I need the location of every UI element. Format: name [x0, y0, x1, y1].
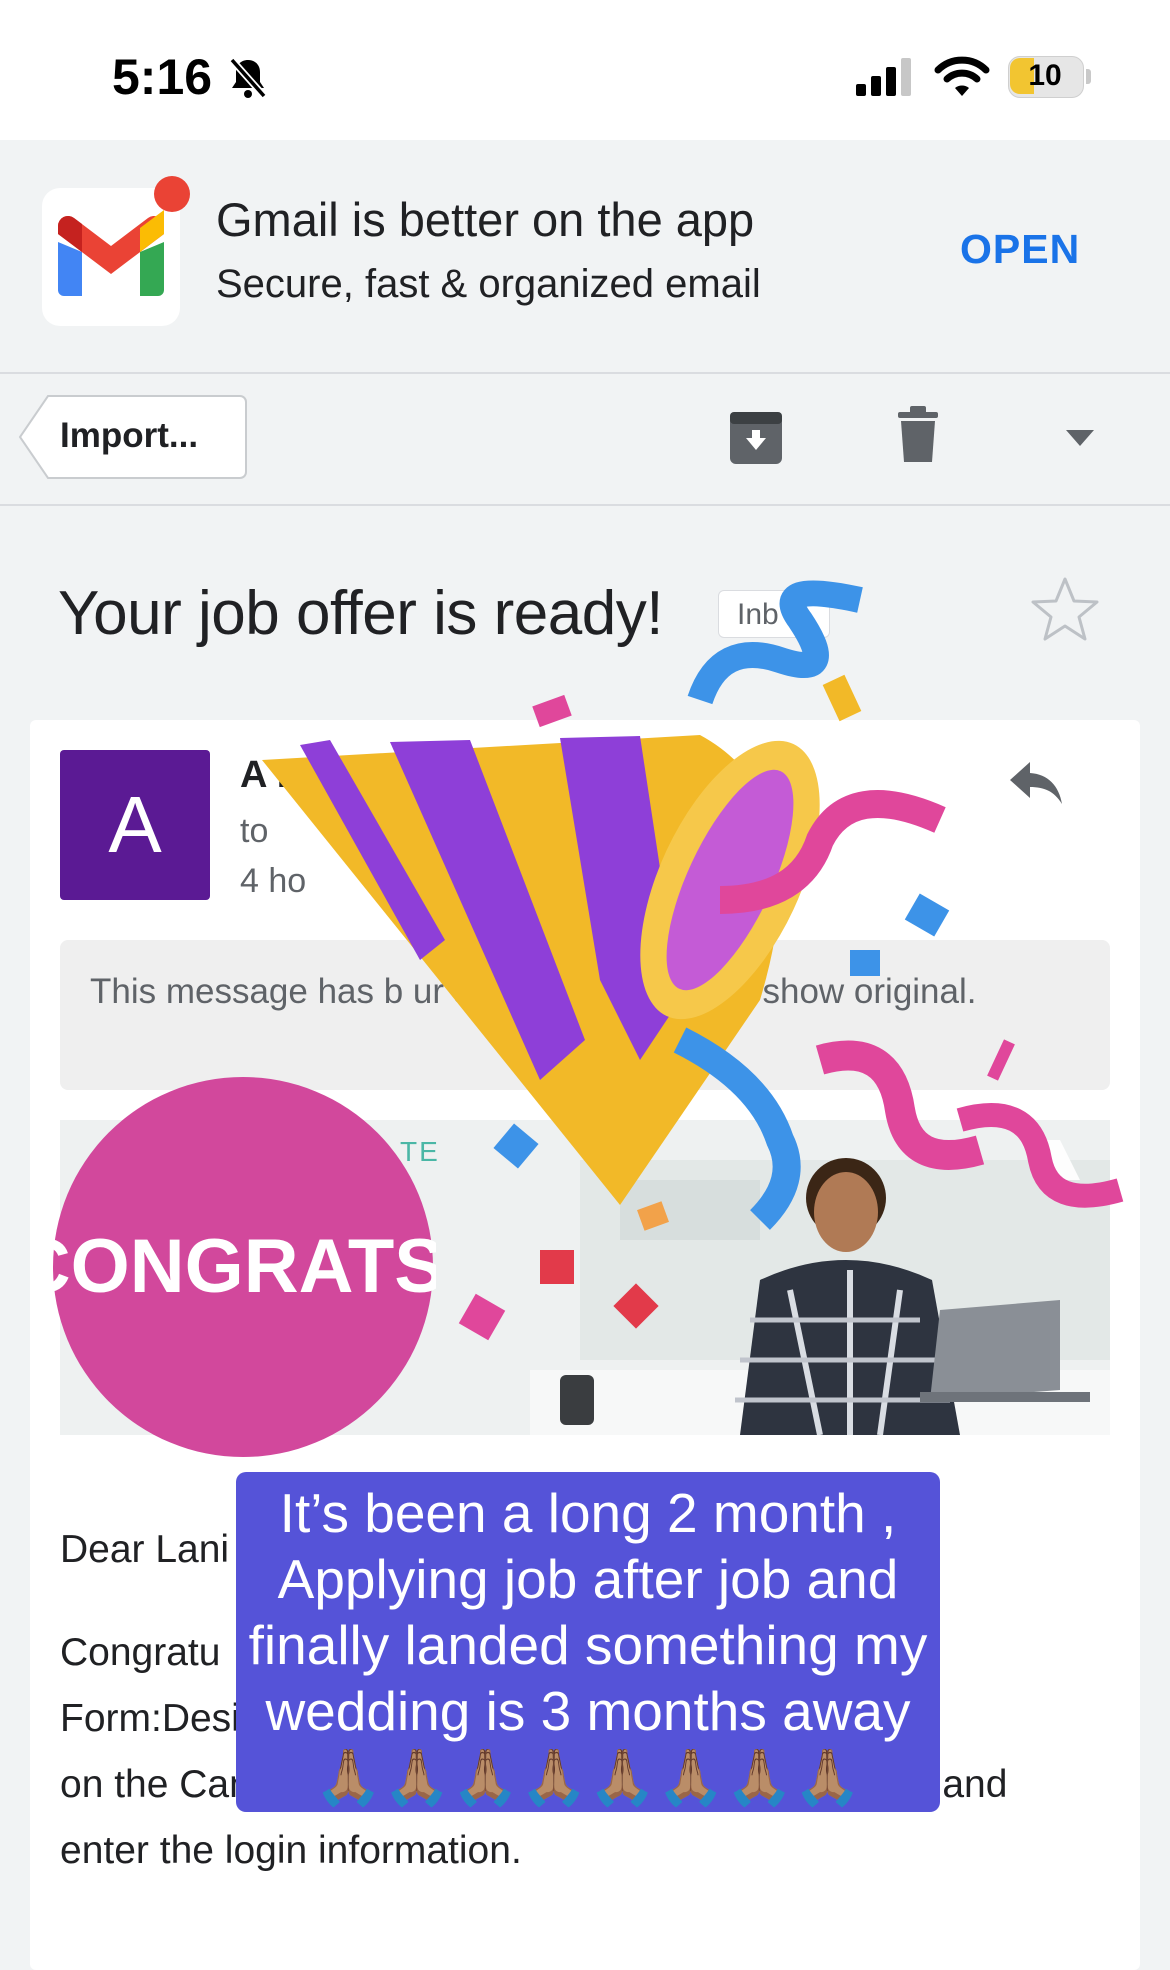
- bell-slash-icon: [229, 57, 267, 99]
- congrats-sticker-text: CONGRATS!: [50, 1224, 436, 1309]
- body-line: enter the login information.: [60, 1829, 522, 1872]
- status-time: 5:16: [112, 49, 213, 105]
- promo-subtitle: Secure, fast & organized email: [216, 262, 761, 306]
- email-subject: Your job offer is ready!: [58, 579, 663, 648]
- app-promo-banner: Gmail is better on the app Secure, fast …: [0, 140, 1170, 374]
- email-greeting: Dear Lani: [60, 1528, 230, 1571]
- signal-icon: [856, 58, 911, 96]
- sender-name: A ng c...: [240, 754, 387, 796]
- avatar[interactable]: A: [60, 750, 210, 900]
- open-app-button[interactable]: OPEN: [960, 226, 1080, 273]
- chevron-down-icon[interactable]: [1064, 428, 1096, 448]
- notification-dot: [154, 176, 190, 212]
- inbox-label-chip[interactable]: Inb: [718, 590, 830, 638]
- back-label: Import...: [60, 416, 199, 455]
- wifi-icon: [934, 56, 990, 96]
- gmail-logo-icon: [42, 188, 180, 326]
- promo-title: Gmail is better on the app: [216, 193, 755, 246]
- battery-icon: 10: [1008, 56, 1092, 98]
- caption-text: It’s been a long 2 month , Applying job …: [248, 1482, 928, 1808]
- caption-overlay: It’s been a long 2 month , Applying job …: [236, 1472, 940, 1812]
- star-icon[interactable]: [1030, 576, 1100, 642]
- message-time: 4 ho: [240, 862, 307, 900]
- notice-text: This message has b ur screen. Tap here t…: [90, 972, 977, 1011]
- reply-icon[interactable]: [1008, 758, 1064, 806]
- message-toolbar: Import...: [0, 374, 1170, 506]
- resized-message-notice[interactable]: This message has b ur screen. Tap here t…: [60, 940, 1110, 1090]
- battery-level: 10: [1028, 59, 1062, 92]
- recipient-line[interactable]: to: [240, 812, 268, 851]
- archive-icon[interactable]: [728, 408, 784, 466]
- status-bar: 5:16 10: [0, 0, 1170, 140]
- back-to-import-button[interactable]: Import...: [18, 394, 248, 480]
- congrats-sticker: CONGRATS!: [50, 1077, 436, 1457]
- trash-icon[interactable]: [896, 406, 940, 464]
